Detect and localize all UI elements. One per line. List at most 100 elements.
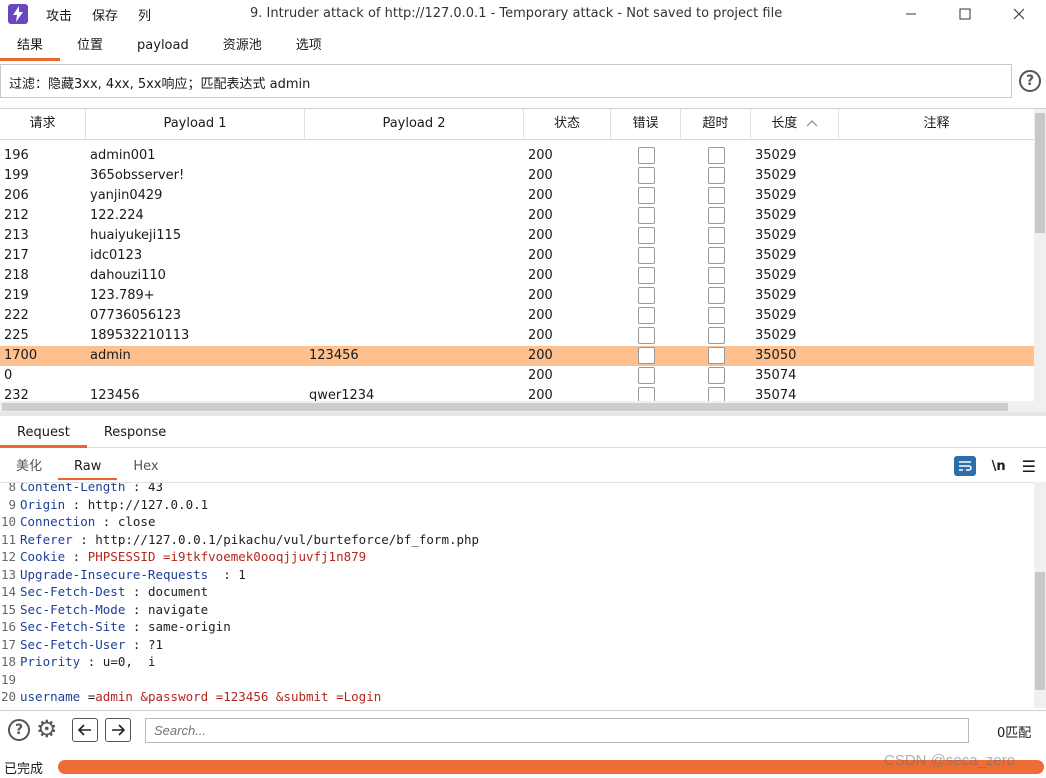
cell-request: 206 (4, 188, 29, 203)
editor-vertical-scrollbar[interactable] (1034, 482, 1046, 708)
table-vertical-scrollbar[interactable] (1034, 109, 1046, 412)
separator: : (65, 549, 88, 564)
menu-item-columns[interactable]: 列 (138, 5, 151, 24)
tab-resource-pool[interactable]: 资源池 (206, 32, 279, 61)
table-row[interactable]: 212 122.224 200 35029 (0, 206, 1034, 226)
help-icon[interactable]: ? (1019, 70, 1041, 92)
column-header-comment[interactable]: 注释 (839, 109, 1034, 140)
column-header-payload1[interactable]: Payload 1 (86, 109, 305, 140)
cell-payload2 (305, 246, 524, 266)
tab-payload[interactable]: payload (120, 32, 206, 61)
cell-payload2 (305, 286, 524, 306)
help-icon[interactable]: ? (8, 719, 30, 741)
cell-error (611, 246, 681, 266)
request-line: 8 Content-Length : 43 (0, 483, 1034, 496)
minimize-button[interactable] (884, 0, 938, 28)
column-header-length[interactable]: 长度 (751, 109, 839, 140)
cell-payload1: huaiyukeji115 (90, 228, 182, 243)
cell-error (611, 186, 681, 206)
previous-match-button[interactable] (72, 718, 98, 742)
maximize-button[interactable] (938, 0, 992, 28)
menu-icon[interactable]: ☰ (1022, 457, 1036, 476)
cell-request: 196 (4, 148, 29, 163)
table-body: 196 admin001 200 35029 199 365obsserver! 200 35… (0, 146, 1034, 406)
table-row[interactable]: 196 admin001 200 35029 (0, 146, 1034, 166)
separator: : (72, 531, 96, 547)
column-header-status[interactable]: 状态 (524, 109, 611, 140)
cell-error (611, 146, 681, 166)
menu-item-attack[interactable]: 攻击 (46, 5, 72, 24)
table-row[interactable]: 1700 admin 123456 200 35050 (0, 346, 1034, 366)
table-row[interactable]: 218 dahouzi110 200 35029 (0, 266, 1034, 286)
column-header-payload2[interactable]: Payload 2 (305, 109, 524, 140)
cell-length: 35029 (755, 228, 797, 243)
table-row[interactable]: 217 idc0123 200 35029 (0, 246, 1034, 266)
newline-toggle-button[interactable]: \n (992, 459, 1006, 474)
watermark: CSDN @seca_zero (884, 752, 1016, 769)
tab-positions[interactable]: 位置 (60, 32, 120, 61)
filter-bar[interactable]: 过滤：隐藏3xx, 4xx, 5xx响应；匹配表达式 admin (0, 64, 1012, 98)
table-row[interactable]: 225 189532210113 200 35029 (0, 326, 1034, 346)
menu-item-save[interactable]: 保存 (92, 5, 118, 24)
separator: : (80, 654, 103, 669)
line-number: 12 (0, 549, 16, 564)
cell-payload1: 07736056123 (90, 308, 181, 323)
header-value: http://127.0.0.1 (87, 496, 209, 512)
match-count: 0匹配 (997, 726, 1032, 741)
line-number: 15 (0, 601, 16, 617)
tab-response[interactable]: Response (87, 418, 183, 447)
checkbox (707, 307, 725, 324)
tab-results[interactable]: 结果 (0, 32, 61, 61)
cell-comment (839, 146, 1034, 166)
header-value: navigate (147, 601, 209, 617)
header-name: Upgrade-Insecure-Requests (20, 566, 209, 582)
header-value: u=0, i (102, 654, 156, 669)
request-line: 10 Connection : close (0, 513, 1034, 531)
panel-divider[interactable] (0, 412, 1046, 416)
cell-payload2 (305, 166, 524, 186)
cell-length: 35029 (755, 328, 797, 343)
table-row[interactable]: 0 200 35074 (0, 366, 1034, 386)
cell-timeout (681, 206, 751, 226)
checkbox (707, 187, 725, 204)
cell-timeout (681, 226, 751, 246)
table-row[interactable]: 222 07736056123 200 35029 (0, 306, 1034, 326)
separator: : (125, 619, 148, 634)
column-header-request[interactable]: 请求 (0, 109, 86, 140)
word-wrap-icon[interactable] (953, 456, 976, 476)
table-row[interactable]: 219 123.789+ 200 35029 (0, 286, 1034, 306)
next-match-button[interactable] (105, 718, 131, 742)
tab-request[interactable]: Request (0, 418, 87, 448)
request-editor[interactable]: 8 Content-Length : 43 9 Origin : http://127… (0, 482, 1034, 708)
request-response-tabs: Request Response (0, 418, 1046, 448)
cell-comment (839, 246, 1034, 266)
cell-request: 199 (4, 168, 29, 183)
cell-payload2 (305, 186, 524, 206)
tab-hex[interactable]: Hex (117, 452, 174, 482)
line-number: 14 (0, 584, 16, 599)
cell-payload2 (305, 306, 524, 326)
tab-pretty[interactable]: 美化 (0, 452, 58, 482)
table-row[interactable]: 213 huaiyukeji115 200 35029 (0, 226, 1034, 246)
separator: : (125, 601, 148, 617)
tab-options[interactable]: 选项 (279, 32, 339, 61)
cell-status: 200 (528, 148, 553, 163)
header-value: admin &password =123456 &submit =Login (95, 689, 382, 704)
table-row[interactable]: 206 yanjin0429 200 35029 (0, 186, 1034, 206)
table-horizontal-scrollbar[interactable] (0, 401, 1034, 412)
header-name: Referer (20, 531, 73, 547)
header-value: http://127.0.0.1/pikachu/vul/burteforce/… (95, 531, 480, 547)
line-number: 20 (0, 689, 16, 704)
gear-icon[interactable]: ⚙ (36, 717, 58, 741)
column-header-error[interactable]: 错误 (611, 109, 681, 140)
search-input[interactable] (145, 718, 969, 743)
checkbox (707, 147, 725, 164)
tab-raw[interactable]: Raw (58, 452, 118, 482)
close-button[interactable] (992, 0, 1046, 28)
checkbox (637, 147, 655, 164)
table-row[interactable]: 199 365obsserver! 200 35029 (0, 166, 1034, 186)
column-header-timeout[interactable]: 超时 (681, 109, 751, 140)
cell-status: 200 (528, 328, 553, 343)
arrow-right-icon (112, 724, 125, 736)
cell-payload1: 123.789+ (90, 288, 155, 303)
